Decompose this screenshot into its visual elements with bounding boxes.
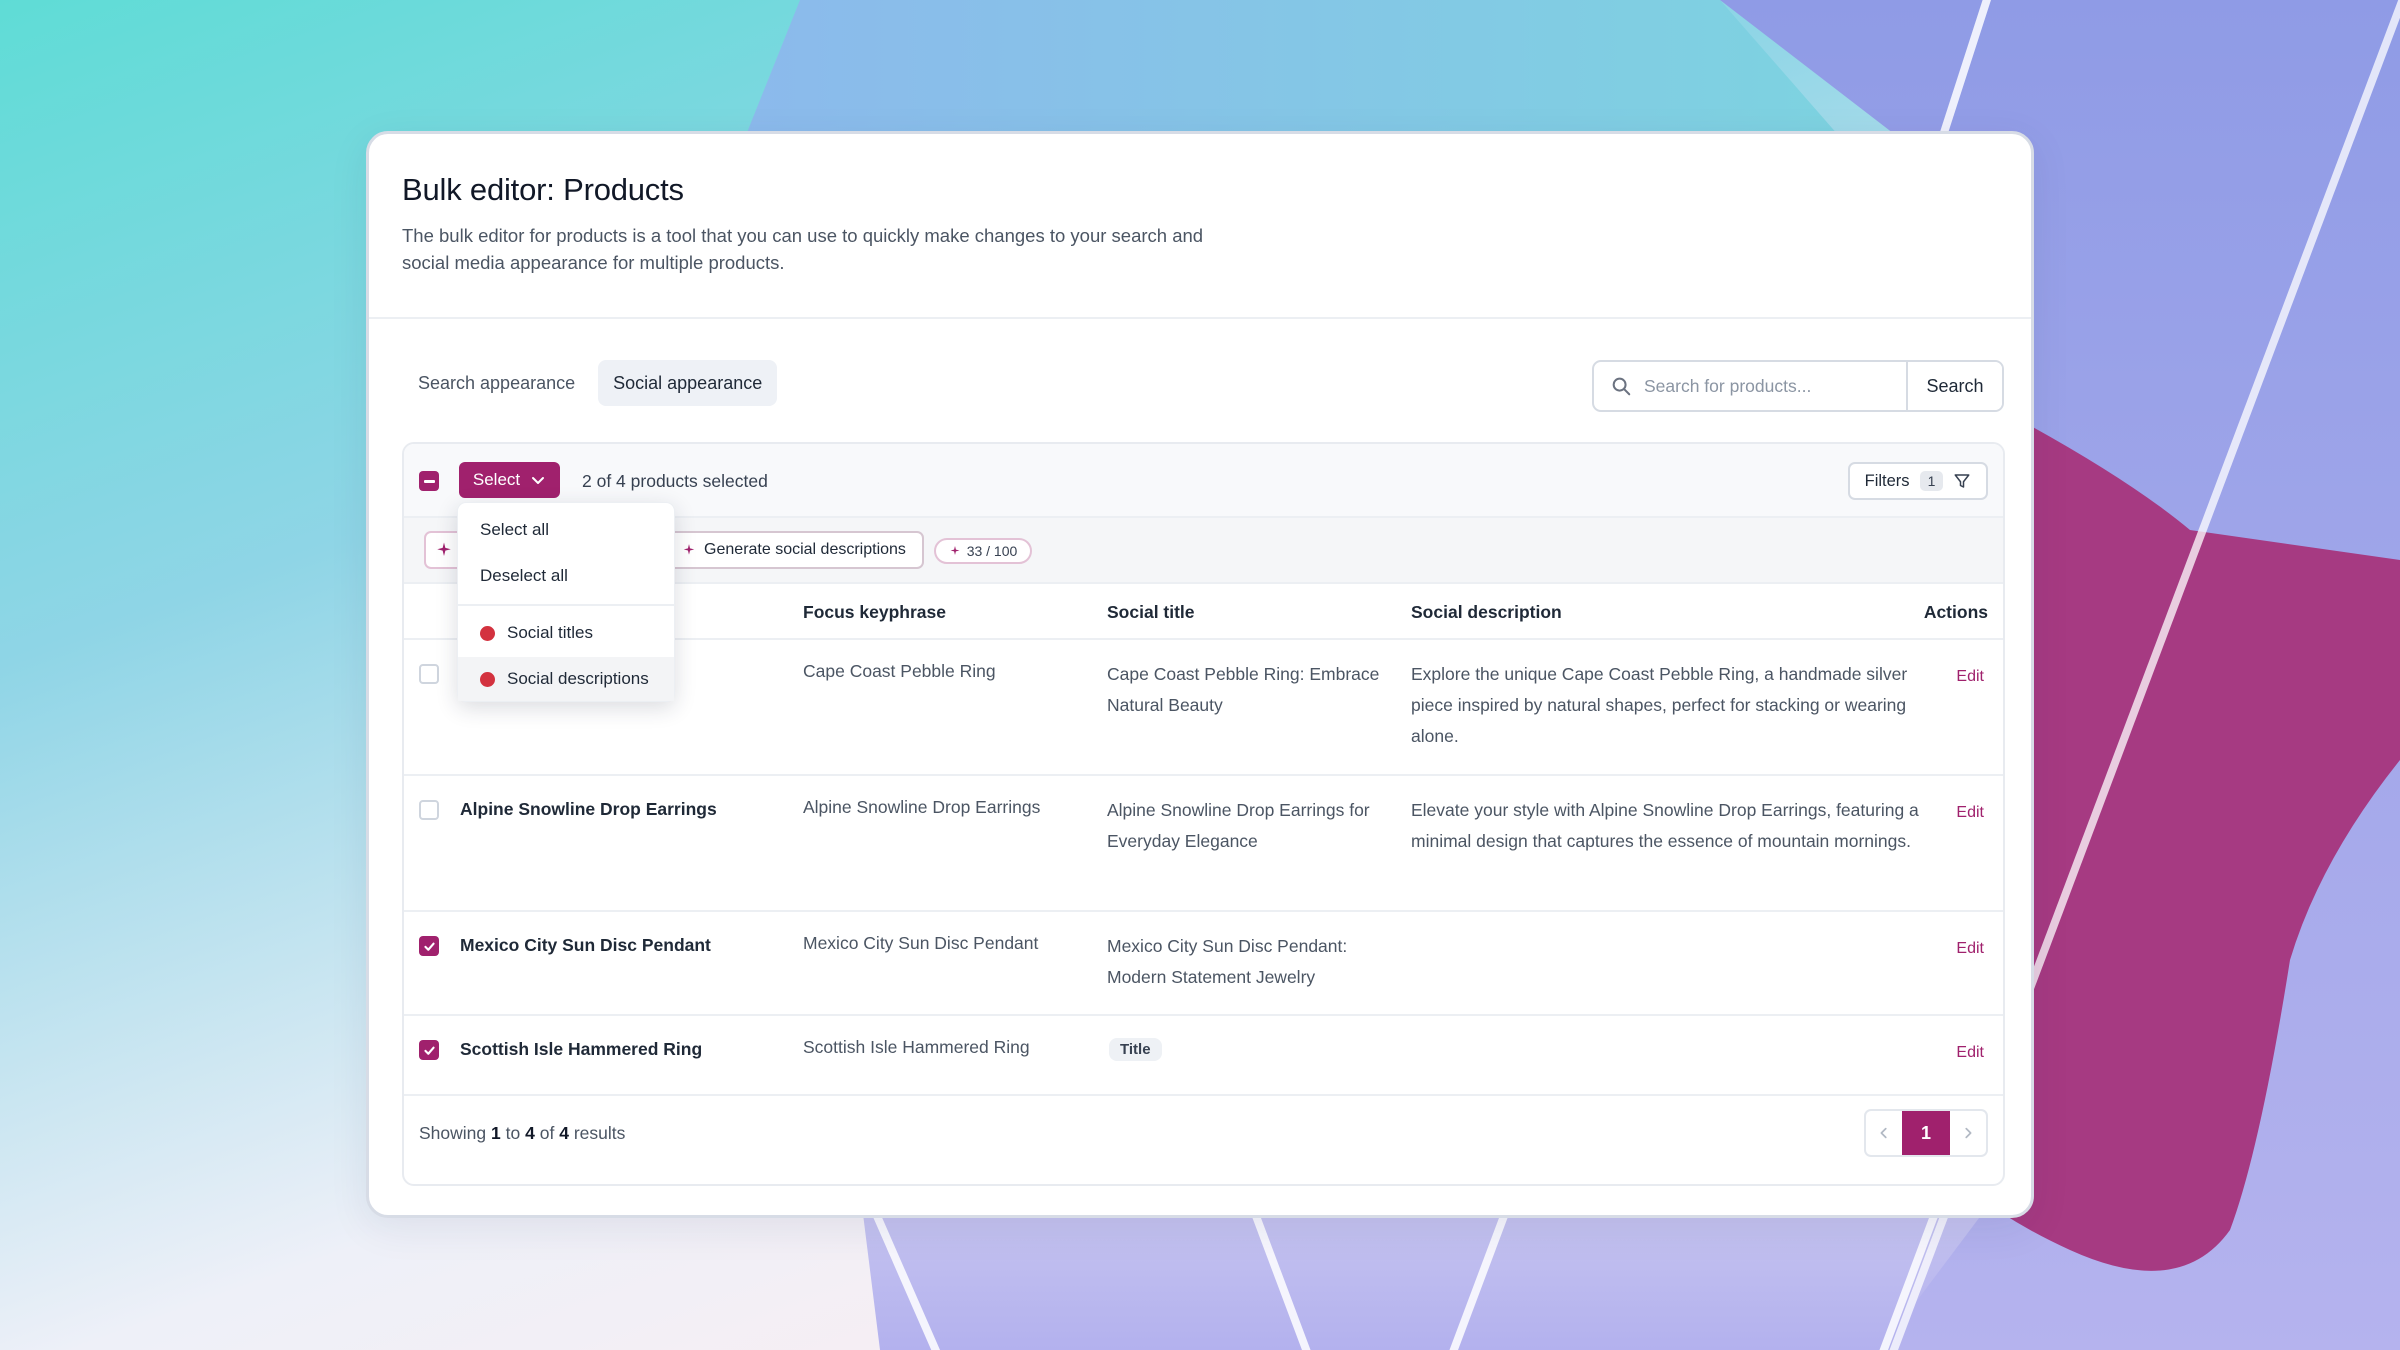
edit-link[interactable]: Edit (1956, 804, 1984, 822)
page-button-current[interactable]: 1 (1902, 1111, 1950, 1155)
row-checkbox[interactable] (419, 800, 439, 820)
social-title-placeholder-pill: Title (1109, 1038, 1162, 1061)
indeterminate-mark-icon (423, 479, 435, 483)
table-row: Mexico City Sun Disc Pendant Mexico City… (404, 912, 2003, 1016)
focus-keyphrase: Alpine Snowline Drop Earrings (803, 797, 1041, 817)
selected-count: 2 of 4 products selected (582, 471, 768, 491)
page-header: Bulk editor: Products The bulk editor fo… (369, 134, 2031, 319)
page-title: Bulk editor: Products (402, 172, 684, 207)
sparkle-icon (437, 542, 451, 556)
social-description: Explore the unique Cape Coast Pebble Rin… (1411, 664, 1908, 746)
results-to-word: to (505, 1123, 521, 1143)
product-name: Alpine Snowline Drop Earrings (460, 799, 717, 819)
checkmark-icon (423, 942, 435, 951)
table-row: Alpine Snowline Drop Earrings Alpine Sno… (404, 776, 2003, 912)
error-dot-icon (480, 625, 495, 641)
search-button[interactable]: Search (1906, 362, 2002, 410)
results-from: 1 (491, 1123, 501, 1143)
header-actions: Actions (1923, 602, 1988, 622)
previous-page-button[interactable] (1866, 1111, 1902, 1155)
menu-item-select-all[interactable]: Select all (458, 508, 674, 552)
edit-link[interactable]: Edit (1956, 940, 1984, 958)
header-social-description: Social description (1411, 602, 1562, 622)
focus-keyphrase: Scottish Isle Hammered Ring (803, 1037, 1030, 1057)
appearance-tabs: Search appearance Social appearance (403, 360, 778, 406)
page-description: The bulk editor for products is a tool t… (402, 225, 1204, 273)
menu-item-social-descriptions[interactable]: Social descriptions (458, 657, 674, 701)
chevron-right-icon (1965, 1127, 1972, 1139)
social-description: Elevate your style with Alpine Snowline … (1411, 800, 1919, 851)
funnel-icon (1954, 474, 1970, 488)
search-bar: Search (1592, 360, 2004, 412)
tab-social-appearance[interactable]: Social appearance (598, 360, 778, 406)
checkmark-icon (423, 1046, 435, 1055)
footer-divider (404, 1094, 2003, 1096)
focus-keyphrase: Cape Coast Pebble Ring (803, 661, 996, 681)
search-input[interactable] (1644, 375, 1884, 397)
generate-social-descriptions-button[interactable]: Generate social descriptions (664, 531, 924, 569)
row-checkbox[interactable] (419, 664, 439, 684)
generate-button-label: Generate social descriptions (704, 541, 906, 558)
header-social-title: Social title (1107, 602, 1195, 622)
product-name: Mexico City Sun Disc Pendant (460, 935, 711, 955)
menu-divider (458, 604, 674, 606)
ai-usage-count: 33 / 100 (966, 543, 1018, 559)
filters-count-badge: 1 (1919, 471, 1944, 491)
select-button-label: Select (472, 470, 521, 489)
results-suffix: results (573, 1123, 626, 1143)
search-field-wrap (1594, 362, 1906, 410)
sparkle-icon (950, 546, 960, 555)
row-checkbox[interactable] (419, 1040, 439, 1060)
table-row: Scottish Isle Hammered Ring Scottish Isl… (404, 1016, 2003, 1094)
results-prefix: Showing (419, 1123, 487, 1143)
select-dropdown-menu: Select all Deselect all Social titles So… (457, 502, 675, 702)
tab-search-appearance[interactable]: Search appearance (403, 360, 590, 406)
filters-label: Filters (1864, 471, 1910, 490)
edit-link[interactable]: Edit (1956, 668, 1984, 686)
search-icon (1612, 377, 1631, 396)
sparkle-icon (683, 544, 695, 555)
header-focus-keyphrase: Focus keyphrase (803, 602, 946, 622)
menu-item-label: Social descriptions (507, 669, 649, 688)
results-total: 4 (559, 1123, 569, 1143)
focus-keyphrase: Mexico City Sun Disc Pendant (803, 933, 1039, 953)
ai-usage-badge: 33 / 100 (934, 538, 1032, 564)
chevron-left-icon (1880, 1127, 1887, 1139)
social-title: Mexico City Sun Disc Pendant: Modern Sta… (1107, 936, 1348, 987)
chevron-down-icon (532, 477, 545, 484)
pagination: 1 (1864, 1109, 1988, 1157)
menu-item-deselect-all[interactable]: Deselect all (458, 554, 674, 598)
social-title: Cape Coast Pebble Ring: Embrace Natural … (1107, 664, 1380, 715)
error-dot-icon (480, 671, 495, 687)
filters-button[interactable]: Filters 1 (1848, 462, 1988, 500)
edit-link[interactable]: Edit (1956, 1044, 1984, 1062)
product-name: Scottish Isle Hammered Ring (460, 1039, 703, 1059)
results-summary: Showing 1 to 4 of 4 results (419, 1123, 625, 1144)
social-title: Alpine Snowline Drop Earrings for Everyd… (1107, 800, 1370, 851)
menu-item-label: Social titles (507, 623, 593, 642)
row-checkbox[interactable] (419, 936, 439, 956)
results-to: 4 (525, 1123, 535, 1143)
select-all-checkbox[interactable] (419, 471, 439, 491)
menu-item-social-titles[interactable]: Social titles (458, 611, 674, 655)
results-of-word: of (539, 1123, 555, 1143)
select-dropdown-button[interactable]: Select (459, 462, 560, 498)
next-page-button[interactable] (1950, 1111, 1986, 1155)
